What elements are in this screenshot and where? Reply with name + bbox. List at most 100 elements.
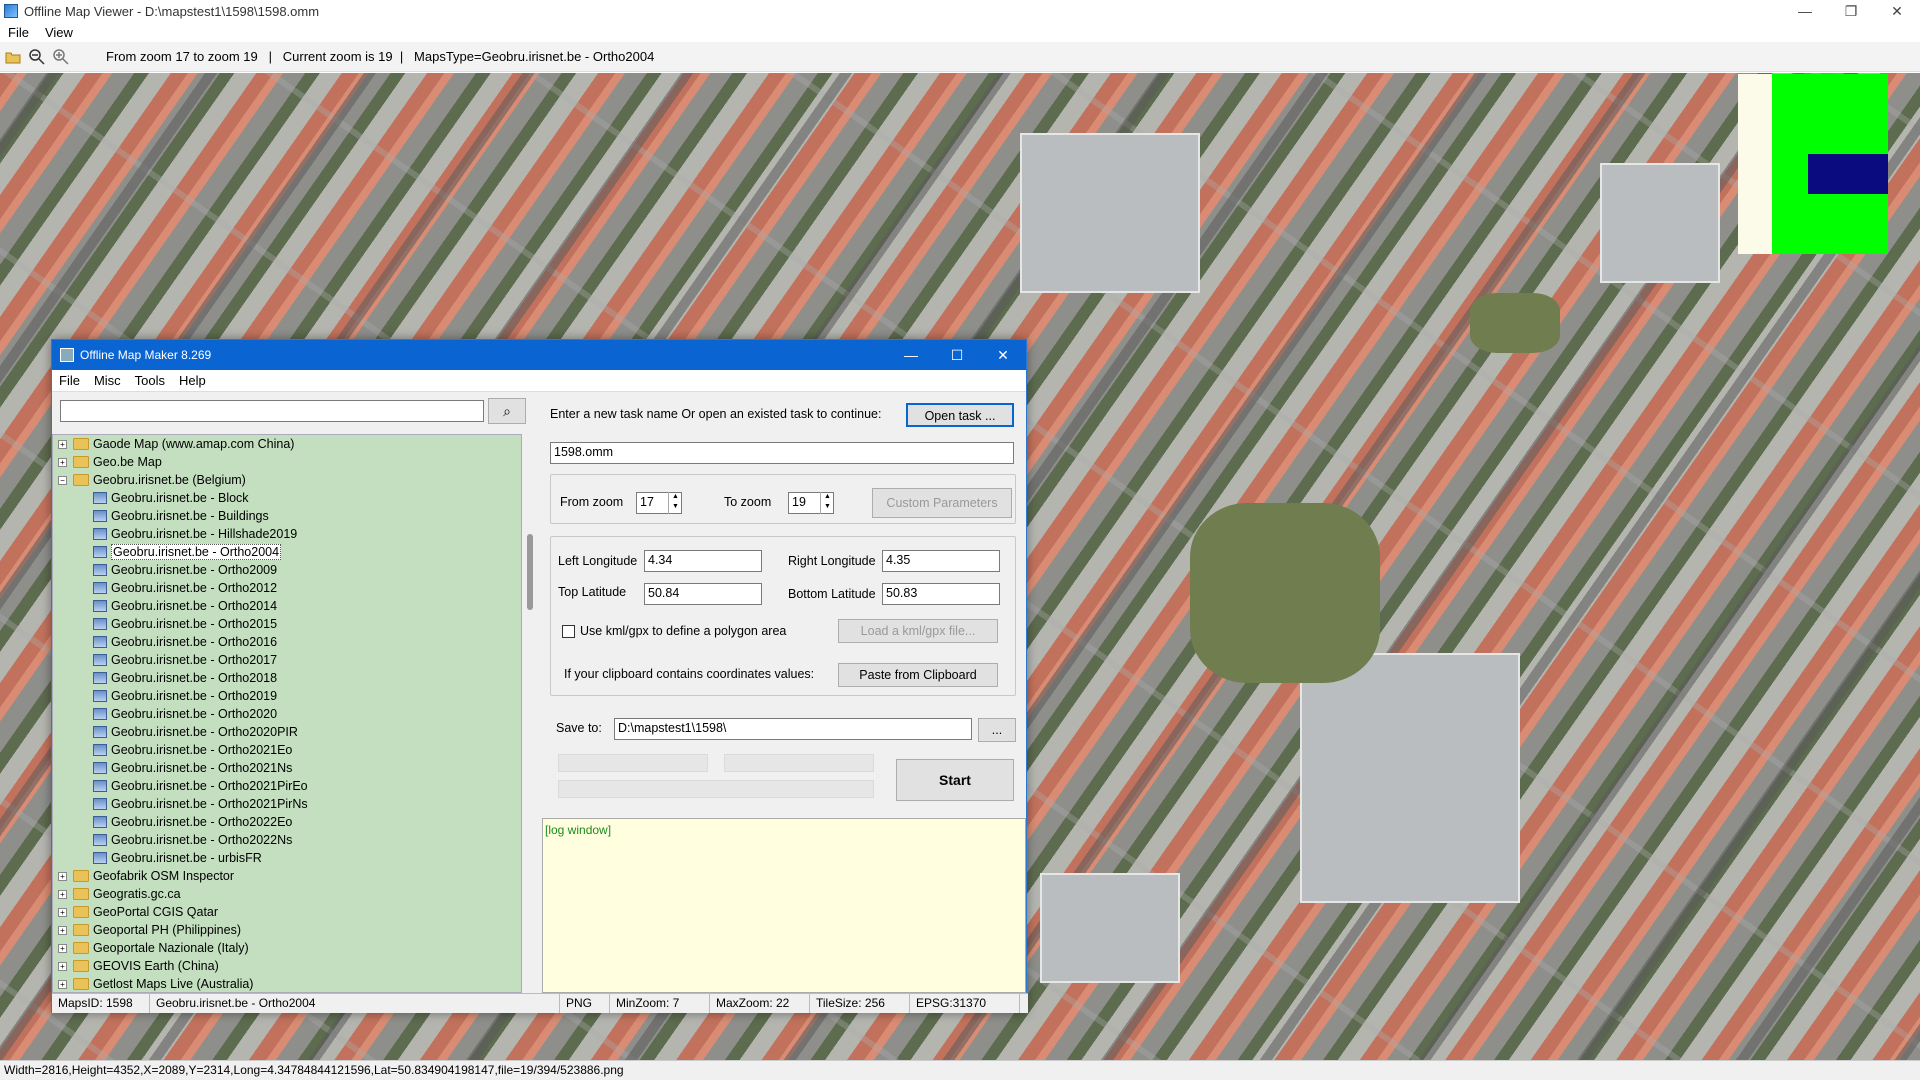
tree-folder-item[interactable]: + Geogratis.gc.ca <box>53 885 521 903</box>
tree-map-item[interactable]: Geobru.irisnet.be - Ortho2021Ns <box>53 759 521 777</box>
status-epsg: EPSG:31370 <box>910 994 1020 1013</box>
tree-folder-item[interactable]: + Getlost Maps Live (Australia) <box>53 975 521 992</box>
tree-folder-item[interactable]: + GeoPortal CGIS Qatar <box>53 903 521 921</box>
folder-icon <box>73 924 89 936</box>
tree-folder-item[interactable]: + Geo.be Map <box>53 453 521 471</box>
collapse-icon[interactable]: − <box>58 475 67 485</box>
map-icon <box>93 690 107 702</box>
zoom-in-icon[interactable] <box>50 46 72 68</box>
tree-folder-item[interactable]: + Geoportal PH (Philippines) <box>53 921 521 939</box>
title-bar: Offline Map Viewer - D:\mapstest1\1598\1… <box>0 0 1920 22</box>
tree-map-item[interactable]: Geobru.irisnet.be - Ortho2014 <box>53 597 521 615</box>
map-icon <box>93 600 107 612</box>
zoom-out-icon[interactable] <box>26 46 48 68</box>
tree-map-item[interactable]: Geobru.irisnet.be - Ortho2020 <box>53 705 521 723</box>
task-panel: Enter a new task name Or open an existed… <box>538 392 1028 993</box>
save-to-label: Save to: <box>556 721 602 735</box>
tree-item-label: Geobru.irisnet.be - Ortho2019 <box>111 689 278 703</box>
dialog-minimize-button[interactable]: — <box>888 340 934 370</box>
open-task-button[interactable]: Open task ... <box>906 403 1014 427</box>
maximize-button[interactable]: ❐ <box>1828 0 1874 22</box>
tree-map-item[interactable]: Geobru.irisnet.be - Ortho2016 <box>53 633 521 651</box>
log-window[interactable]: [log window] <box>542 818 1026 993</box>
tree-map-item[interactable]: Geobru.irisnet.be - Block <box>53 489 521 507</box>
kml-gpx-checkbox[interactable] <box>562 625 575 638</box>
map-source-tree[interactable]: + Gaode Map (www.amap.com China) + Geo.be M… <box>52 434 522 993</box>
dialog-menu-tools[interactable]: Tools <box>128 373 172 388</box>
close-button[interactable]: ✕ <box>1874 0 1920 22</box>
dialog-menu-file[interactable]: File <box>52 373 87 388</box>
menu-file[interactable]: File <box>0 25 37 40</box>
tree-map-item[interactable]: Geobru.irisnet.be - Buildings <box>53 507 521 525</box>
tree-scrollbar[interactable] <box>524 434 538 993</box>
expand-icon[interactable]: + <box>58 943 67 953</box>
left-longitude-input[interactable]: 4.34 <box>644 550 762 572</box>
expand-icon[interactable]: + <box>58 979 67 989</box>
browse-button[interactable]: ... <box>978 718 1016 742</box>
dialog-close-button[interactable]: ✕ <box>980 340 1026 370</box>
tree-map-item[interactable]: Geobru.irisnet.be - Ortho2019 <box>53 687 521 705</box>
to-zoom-spinner[interactable]: ▲ ▼ <box>820 492 834 514</box>
tree-map-item[interactable]: Geobru.irisnet.be - Hillshade2019 <box>53 525 521 543</box>
save-to-input[interactable]: D:\mapstest1\1598\ <box>614 718 972 740</box>
from-zoom-label: From zoom <box>560 495 624 509</box>
map-icon <box>93 546 107 558</box>
start-button[interactable]: Start <box>896 759 1014 801</box>
dialog-menu-misc[interactable]: Misc <box>87 373 128 388</box>
tree-map-item[interactable]: Geobru.irisnet.be - Ortho2022Eo <box>53 813 521 831</box>
tree-item-label: Geo.be Map <box>93 455 162 469</box>
map-source-panel: ⌕ + Gaode Map (www.amap.com China) + Geo.be… <box>52 392 538 993</box>
expand-icon[interactable]: + <box>58 889 67 899</box>
search-button[interactable]: ⌕ <box>488 398 526 424</box>
task-name-input[interactable]: 1598.omm <box>550 442 1014 464</box>
tree-map-item[interactable]: Geobru.irisnet.be - Ortho2020PIR <box>53 723 521 741</box>
map-icon <box>93 780 107 792</box>
from-zoom-spinner[interactable]: ▲ ▼ <box>668 492 682 514</box>
dialog-menu-help[interactable]: Help <box>172 373 213 388</box>
tree-map-item[interactable]: Geobru.irisnet.be - Ortho2021PirEo <box>53 777 521 795</box>
tree-map-item[interactable]: Geobru.irisnet.be - Ortho2018 <box>53 669 521 687</box>
custom-parameters-button[interactable]: Custom Parameters <box>872 488 1012 518</box>
map-icon <box>93 510 107 522</box>
tree-map-item[interactable]: Geobru.irisnet.be - Ortho2021Eo <box>53 741 521 759</box>
tree-map-item[interactable]: Geobru.irisnet.be - Ortho2021PirNs <box>53 795 521 813</box>
progress-bar-total <box>558 780 874 798</box>
tree-item-label: Geobru.irisnet.be - Ortho2004 <box>111 544 282 560</box>
tree-item-label: Geobru.irisnet.be - urbisFR <box>111 851 262 865</box>
tree-folder-item[interactable]: + Geofabrik OSM Inspector <box>53 867 521 885</box>
folder-icon <box>73 870 89 882</box>
tree-item-label: Geogratis.gc.ca <box>93 887 181 901</box>
expand-icon[interactable]: + <box>58 961 67 971</box>
map-icon <box>93 726 107 738</box>
tree-folder-item[interactable]: − Geobru.irisnet.be (Belgium) <box>53 471 521 489</box>
right-longitude-label: Right Longitude <box>788 554 876 568</box>
tree-item-label: Geobru.irisnet.be - Ortho2021PirEo <box>111 779 308 793</box>
tree-folder-item[interactable]: + Gaode Map (www.amap.com China) <box>53 435 521 453</box>
open-folder-icon[interactable] <box>2 46 24 68</box>
top-latitude-input[interactable]: 50.84 <box>644 583 762 605</box>
expand-icon[interactable]: + <box>58 871 67 881</box>
load-kml-button[interactable]: Load a kml/gpx file... <box>838 619 998 643</box>
map-search-input[interactable] <box>60 400 484 422</box>
tree-map-item[interactable]: Geobru.irisnet.be - Ortho2022Ns <box>53 831 521 849</box>
tree-map-item[interactable]: Geobru.irisnet.be - urbisFR <box>53 849 521 867</box>
minimap[interactable] <box>1738 74 1888 254</box>
tree-map-item[interactable]: Geobru.irisnet.be - Ortho2015 <box>53 615 521 633</box>
minimize-button[interactable]: — <box>1782 0 1828 22</box>
tree-map-item[interactable]: Geobru.irisnet.be - Ortho2017 <box>53 651 521 669</box>
paste-from-clipboard-button[interactable]: Paste from Clipboard <box>838 663 998 687</box>
dialog-maximize-button[interactable]: ☐ <box>934 340 980 370</box>
expand-icon[interactable]: + <box>58 907 67 917</box>
expand-icon[interactable]: + <box>58 457 67 467</box>
map-icon <box>93 816 107 828</box>
tree-folder-item[interactable]: + GEOVIS Earth (China) <box>53 957 521 975</box>
menu-view[interactable]: View <box>37 25 81 40</box>
bottom-latitude-input[interactable]: 50.83 <box>882 583 1000 605</box>
expand-icon[interactable]: + <box>58 925 67 935</box>
expand-icon[interactable]: + <box>58 439 67 449</box>
tree-map-item[interactable]: Geobru.irisnet.be - Ortho2009 <box>53 561 521 579</box>
tree-folder-item[interactable]: + Geoportale Nazionale (Italy) <box>53 939 521 957</box>
right-longitude-input[interactable]: 4.35 <box>882 550 1000 572</box>
tree-map-item[interactable]: Geobru.irisnet.be - Ortho2004 <box>53 543 521 561</box>
tree-map-item[interactable]: Geobru.irisnet.be - Ortho2012 <box>53 579 521 597</box>
